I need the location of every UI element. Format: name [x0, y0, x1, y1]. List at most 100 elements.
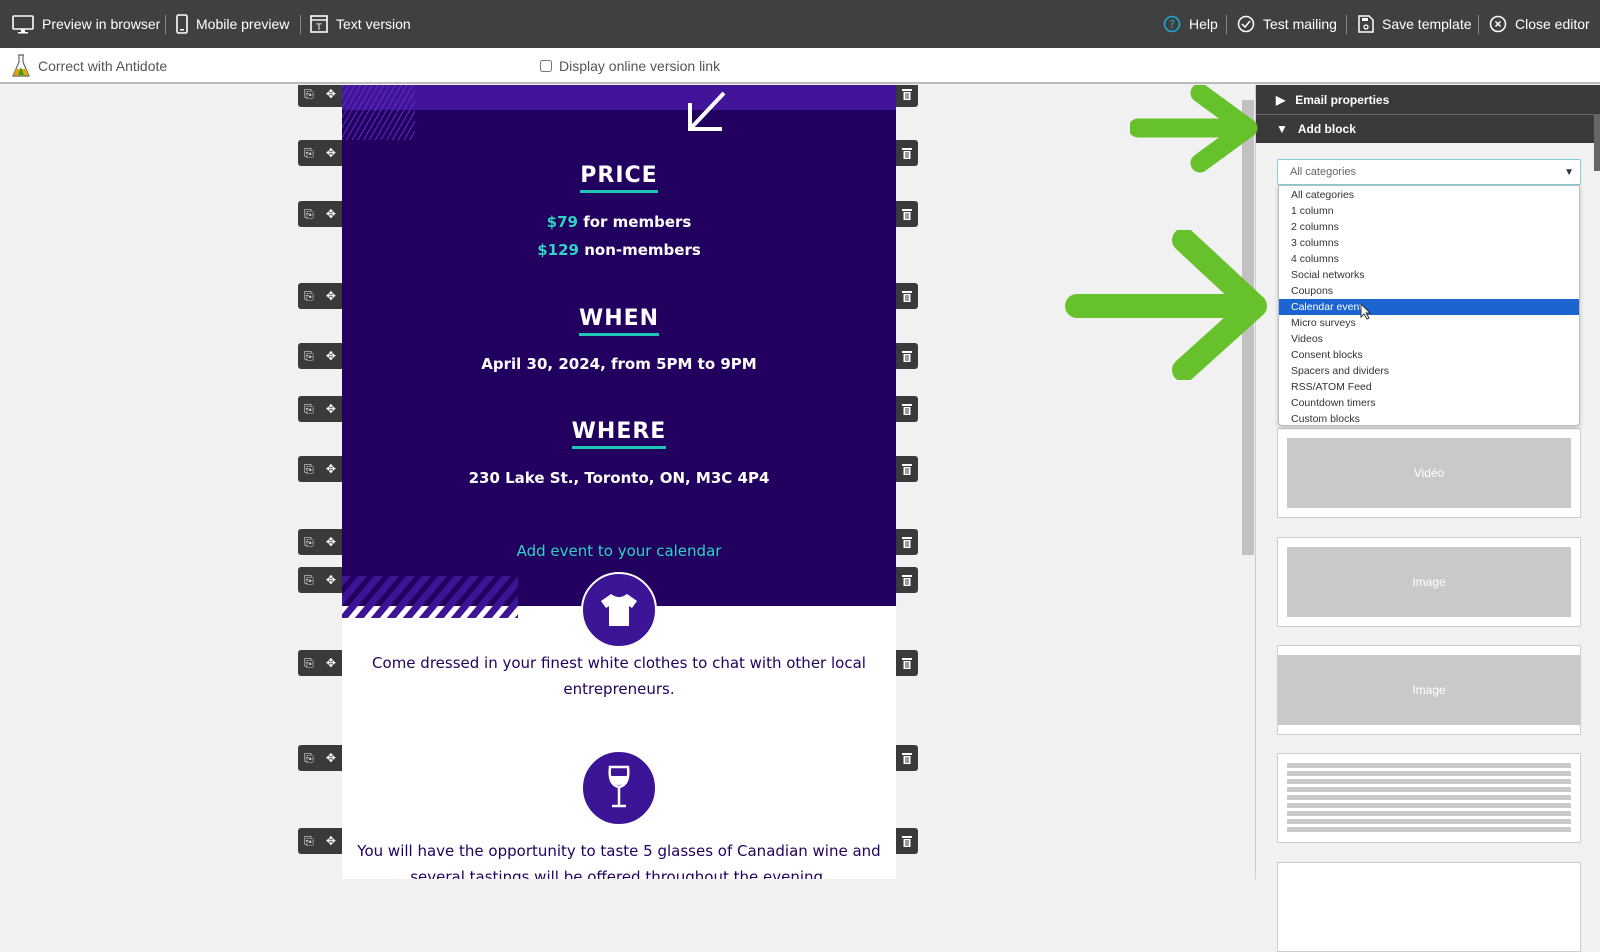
- flask-icon: [12, 54, 30, 78]
- category-option[interactable]: 2 columns: [1279, 219, 1579, 235]
- block-preview[interactable]: [1277, 862, 1581, 952]
- move-icon[interactable]: ✥: [326, 146, 336, 160]
- duplicate-icon[interactable]: ⎘: [304, 87, 314, 102]
- category-option[interactable]: All categories: [1279, 187, 1579, 203]
- move-icon[interactable]: ✥: [326, 402, 336, 416]
- move-icon[interactable]: ✥: [326, 834, 336, 848]
- duplicate-icon[interactable]: ⎘: [304, 751, 314, 766]
- duplicate-icon[interactable]: ⎘: [304, 289, 314, 304]
- move-icon[interactable]: ✥: [326, 656, 336, 670]
- duplicate-icon[interactable]: ⎘: [304, 573, 314, 588]
- preview-in-browser-label: Preview in browser: [42, 16, 161, 32]
- delete-icon[interactable]: [896, 745, 918, 771]
- dress-code-text: Come dressed in your finest white clothe…: [372, 654, 866, 698]
- delete-icon[interactable]: [896, 650, 918, 676]
- duplicate-icon[interactable]: ⎘: [304, 349, 314, 364]
- text-version-button[interactable]: T Text version: [310, 0, 411, 48]
- save-template-button[interactable]: Save template: [1358, 0, 1472, 48]
- delete-icon[interactable]: [896, 828, 918, 854]
- duplicate-icon[interactable]: ⎘: [304, 834, 314, 849]
- block-handle: ⎘ ✥: [298, 456, 342, 482]
- mobile-preview-button[interactable]: Mobile preview: [176, 0, 289, 48]
- duplicate-icon[interactable]: ⎘: [304, 535, 314, 550]
- delete-icon[interactable]: [896, 396, 918, 422]
- block-preview-video[interactable]: Vidéo: [1277, 428, 1581, 518]
- category-option[interactable]: 1 column: [1279, 203, 1579, 219]
- category-option[interactable]: 4 columns: [1279, 251, 1579, 267]
- category-option[interactable]: Countdown timers: [1279, 395, 1579, 411]
- test-mailing-button[interactable]: Test mailing: [1237, 0, 1337, 48]
- add-to-calendar-link[interactable]: Add event to your calendar: [342, 542, 896, 560]
- caret-right-icon: ▶: [1276, 92, 1286, 107]
- online-version-toggle[interactable]: Display online version link: [540, 58, 720, 74]
- category-option[interactable]: Coupons: [1279, 283, 1579, 299]
- move-icon[interactable]: ✥: [326, 462, 336, 476]
- delete-icon[interactable]: [896, 529, 918, 555]
- delete-icon[interactable]: [896, 201, 918, 227]
- add-block-header[interactable]: ▼ Add block: [1256, 114, 1600, 143]
- duplicate-icon[interactable]: ⎘: [304, 402, 314, 417]
- block-handle: ⎘ ✥: [298, 745, 342, 771]
- monitor-icon: [12, 14, 34, 34]
- category-option[interactable]: 3 columns: [1279, 235, 1579, 251]
- block-handle: ⎘ ✥: [298, 650, 342, 676]
- block-handle: ⎘ ✥: [298, 201, 342, 227]
- category-option[interactable]: RSS/ATOM Feed: [1279, 379, 1579, 395]
- decorative-stripes: [342, 576, 518, 618]
- antidote-label: Correct with Antidote: [38, 58, 168, 74]
- help-label: Help: [1189, 16, 1218, 32]
- block-handle: ⎘ ✥: [298, 828, 342, 854]
- decorative-hatch: [342, 85, 415, 140]
- email-body: PRICE $79 for members $129 non-members W…: [342, 85, 896, 879]
- category-option[interactable]: Spacers and dividers: [1279, 363, 1579, 379]
- category-option[interactable]: Social networks: [1279, 267, 1579, 283]
- duplicate-icon[interactable]: ⎘: [304, 656, 314, 671]
- move-icon[interactable]: ✥: [326, 207, 336, 221]
- svg-text:T: T: [315, 23, 322, 33]
- delete-icon[interactable]: [896, 85, 918, 107]
- panel-scrollbar-thumb[interactable]: [1594, 115, 1600, 171]
- category-options-list: All categories 1 column 2 columns 3 columns…: [1278, 185, 1580, 426]
- category-option[interactable]: Calendar event: [1279, 299, 1579, 315]
- where-heading: WHERE: [342, 419, 896, 449]
- category-option[interactable]: Videos: [1279, 331, 1579, 347]
- help-button[interactable]: ? Help: [1163, 0, 1218, 48]
- duplicate-icon[interactable]: ⎘: [304, 462, 314, 477]
- block-preview-text[interactable]: [1277, 753, 1581, 843]
- delete-icon[interactable]: [896, 456, 918, 482]
- delete-icon[interactable]: [896, 343, 918, 369]
- online-version-label: Display online version link: [559, 58, 721, 74]
- delete-icon[interactable]: [896, 283, 918, 309]
- duplicate-icon[interactable]: ⎘: [304, 207, 314, 222]
- secondary-toolbar: Correct with Antidote Display online ver…: [0, 48, 1600, 84]
- delete-icon[interactable]: [896, 567, 918, 593]
- antidote-button[interactable]: Correct with Antidote: [12, 54, 167, 78]
- move-icon[interactable]: ✥: [326, 535, 336, 549]
- block-preview-image[interactable]: Image: [1277, 645, 1581, 735]
- delete-icon[interactable]: [896, 140, 918, 166]
- block-handle: ⎘ ✥: [298, 529, 342, 555]
- move-icon[interactable]: ✥: [326, 289, 336, 303]
- move-icon[interactable]: ✥: [326, 349, 336, 363]
- category-select[interactable]: All categories ▼: [1277, 159, 1581, 185]
- category-option[interactable]: Consent blocks: [1279, 347, 1579, 363]
- category-option[interactable]: Custom blocks: [1279, 411, 1579, 427]
- online-version-checkbox[interactable]: [540, 60, 552, 72]
- category-option[interactable]: Micro surveys: [1279, 315, 1579, 331]
- divider: [1346, 15, 1347, 34]
- move-icon[interactable]: ✥: [326, 751, 336, 765]
- move-icon[interactable]: ✥: [326, 573, 336, 587]
- block-preview-label: Image: [1287, 547, 1571, 617]
- close-editor-button[interactable]: Close editor: [1489, 0, 1590, 48]
- preview-in-browser-button[interactable]: Preview in browser: [12, 0, 160, 48]
- arrow-down-left-icon: [688, 91, 726, 131]
- email-properties-header[interactable]: ▶ Email properties: [1256, 85, 1600, 114]
- block-preview-image[interactable]: Image: [1277, 537, 1581, 627]
- block-handle: ⎘ ✥: [298, 85, 342, 107]
- duplicate-icon[interactable]: ⎘: [304, 146, 314, 161]
- when-heading: WHEN: [342, 306, 896, 336]
- svg-text:?: ?: [1169, 18, 1175, 31]
- help-icon: ?: [1163, 15, 1181, 33]
- block-preview-label: Image: [1278, 655, 1580, 725]
- move-icon[interactable]: ✥: [326, 87, 336, 101]
